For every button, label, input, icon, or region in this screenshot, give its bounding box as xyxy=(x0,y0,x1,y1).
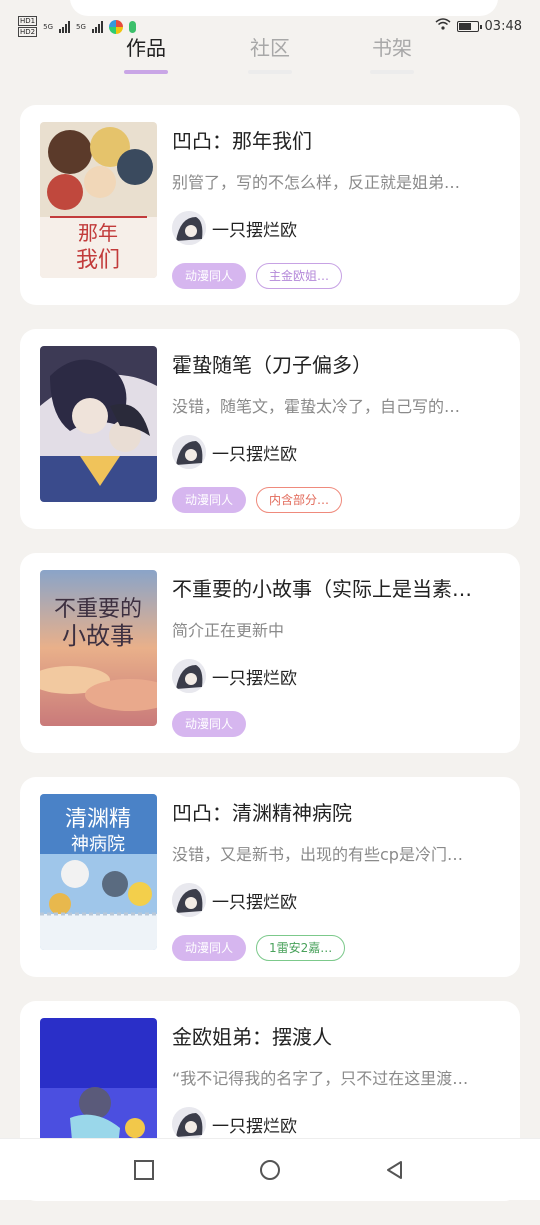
works-list: 那年 我们 凹凸：那年我们 别管了，写的不怎么样，反正就是姐弟… 一只摆烂欧 动… xyxy=(20,105,520,1225)
tag-list: 动漫同人 内含部分… xyxy=(172,487,343,513)
tag-category[interactable]: 动漫同人 xyxy=(172,711,247,737)
author-name: 一只摆烂欧 xyxy=(212,892,297,913)
tab-works-label: 作品 xyxy=(126,36,166,60)
author-row[interactable]: 一只摆烂欧 xyxy=(172,659,297,693)
work-title[interactable]: 霍蛰随笔（刀子偏多） xyxy=(172,349,508,378)
work-title[interactable]: 凹凸：那年我们 xyxy=(172,125,508,154)
svg-text:那年: 那年 xyxy=(78,221,118,245)
work-card[interactable]: 清渊精 神病院 凹凸：清渊精神病院 没错，又是新书，出现的有些cp是冷门… 一只… xyxy=(20,777,520,977)
book-cover-image[interactable]: 清渊精 神病院 xyxy=(40,794,157,950)
search-pill xyxy=(70,0,498,16)
tag-list: 动漫同人 xyxy=(172,711,247,737)
tag-pairing[interactable]: 1雷安2嘉… xyxy=(256,935,346,961)
work-description: 简介正在更新中 xyxy=(172,621,285,640)
sim-1-badge: HD1 xyxy=(18,16,38,26)
work-description: 别管了，写的不怎么样，反正就是姐弟… xyxy=(172,173,461,192)
avatar xyxy=(172,883,206,917)
tag-category[interactable]: 动漫同人 xyxy=(172,487,247,513)
work-card[interactable]: 那年 我们 凹凸：那年我们 别管了，写的不怎么样，反正就是姐弟… 一只摆烂欧 动… xyxy=(20,105,520,305)
work-title[interactable]: 金欧姐弟：摆渡人 xyxy=(172,1021,508,1050)
work-description: 没错，又是新书，出现的有些cp是冷门… xyxy=(172,845,463,864)
author-row[interactable]: 一只摆烂欧 xyxy=(172,1107,297,1141)
tag-list: 动漫同人 1雷安2嘉… xyxy=(172,935,346,961)
author-row[interactable]: 一只摆烂欧 xyxy=(172,211,297,245)
tag-category[interactable]: 动漫同人 xyxy=(172,263,247,289)
tab-bookshelf-label: 书架 xyxy=(372,36,412,60)
avatar xyxy=(172,435,206,469)
tab-bookshelf[interactable]: 书架 xyxy=(352,32,432,74)
book-cover-image[interactable]: 不重要的 小故事 xyxy=(40,570,157,726)
work-title[interactable]: 凹凸：清渊精神病院 xyxy=(172,797,508,826)
tag-category[interactable]: 动漫同人 xyxy=(172,935,247,961)
tab-bookshelf-indicator xyxy=(370,70,414,74)
home-circle-icon[interactable] xyxy=(259,1159,281,1181)
tag-warning[interactable]: 内含部分… xyxy=(256,487,343,513)
work-card[interactable]: 不重要的 小故事 不重要的小故事（实际上是当素… 简介正在更新中 一只摆烂欧 动… xyxy=(20,553,520,753)
tab-community[interactable]: 社区 xyxy=(230,32,310,74)
svg-text:清渊精: 清渊精 xyxy=(65,807,131,832)
avatar xyxy=(172,1107,206,1141)
avatar xyxy=(172,659,206,693)
tab-active-indicator xyxy=(124,70,168,74)
avatar xyxy=(172,211,206,245)
work-card[interactable]: 霍蛰随笔（刀子偏多） 没错，随笔文，霍蛰太冷了，自己写的… 一只摆烂欧 动漫同人… xyxy=(20,329,520,529)
work-title[interactable]: 不重要的小故事（实际上是当素… xyxy=(172,573,508,602)
book-cover-image[interactable]: 那年 我们 xyxy=(40,122,157,278)
recents-square-icon[interactable] xyxy=(133,1159,155,1181)
tag-pairing[interactable]: 主金欧姐… xyxy=(256,263,343,289)
svg-text:神病院: 神病院 xyxy=(71,834,125,855)
svg-text:小故事: 小故事 xyxy=(62,622,134,650)
author-name: 一只摆烂欧 xyxy=(212,220,297,241)
work-description: 没错，随笔文，霍蛰太冷了，自己写的… xyxy=(172,397,461,416)
author-name: 一只摆烂欧 xyxy=(212,444,297,465)
author-name: 一只摆烂欧 xyxy=(212,668,297,689)
tab-community-indicator xyxy=(248,70,292,74)
system-nav-bar xyxy=(0,1138,540,1200)
top-tabs: 作品 社区 书架 xyxy=(0,28,540,78)
back-triangle-icon[interactable] xyxy=(384,1159,406,1181)
author-row[interactable]: 一只摆烂欧 xyxy=(172,883,297,917)
svg-text:不重要的: 不重要的 xyxy=(54,597,142,622)
author-name: 一只摆烂欧 xyxy=(212,1116,297,1137)
tab-works[interactable]: 作品 xyxy=(106,32,186,74)
work-description: “我不记得我的名字了，只不过在这里渡… xyxy=(172,1069,469,1088)
tag-list: 动漫同人 主金欧姐… xyxy=(172,263,343,289)
author-row[interactable]: 一只摆烂欧 xyxy=(172,435,297,469)
book-cover-image[interactable] xyxy=(40,346,157,502)
tab-community-label: 社区 xyxy=(250,36,290,60)
svg-text:我们: 我们 xyxy=(76,248,120,273)
